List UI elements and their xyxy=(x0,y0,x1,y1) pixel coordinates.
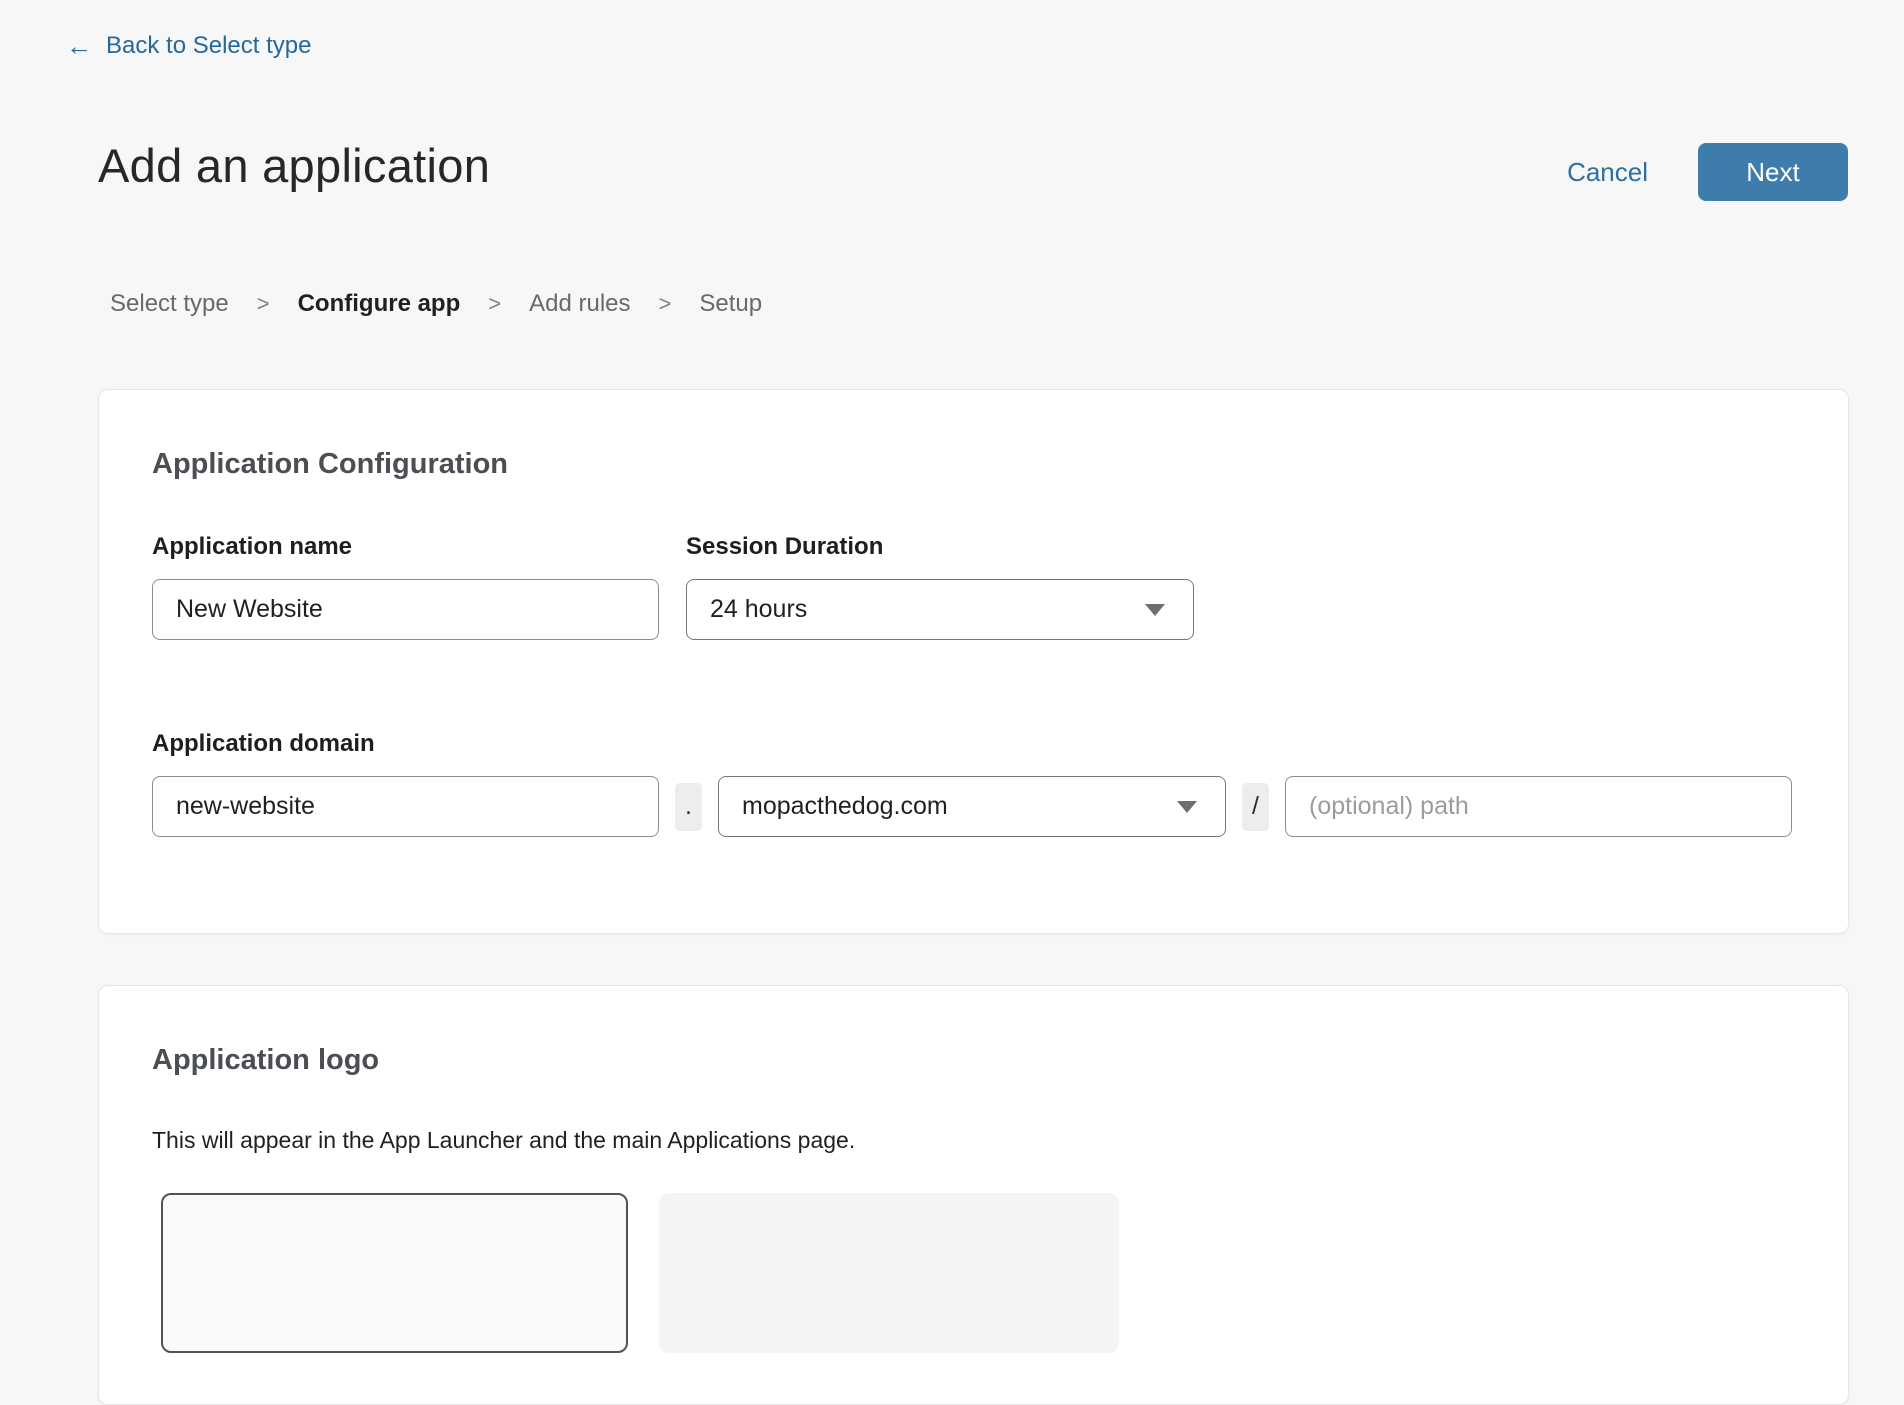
session-duration-label: Session Duration xyxy=(686,533,1194,561)
breadcrumb-step-add-rules[interactable]: Add rules xyxy=(529,290,630,318)
breadcrumb-separator: > xyxy=(659,291,672,317)
page-title: Add an application xyxy=(98,138,490,193)
domain-slash-separator: / xyxy=(1242,783,1269,831)
breadcrumb-step-configure-app[interactable]: Configure app xyxy=(298,290,461,318)
domain-dot-separator: . xyxy=(675,783,702,831)
cancel-button[interactable]: Cancel xyxy=(1567,157,1648,188)
application-name-field: Application name xyxy=(152,533,659,640)
domain-select[interactable]: mopacthedog.com xyxy=(718,776,1226,837)
domain-select-value: mopacthedog.com xyxy=(742,792,948,821)
back-arrow-icon: ← xyxy=(66,33,92,59)
application-logo-card: Application logo This will appear in the… xyxy=(98,985,1849,1405)
breadcrumb-step-select-type[interactable]: Select type xyxy=(110,290,229,318)
breadcrumb-separator: > xyxy=(257,291,270,317)
application-name-label: Application name xyxy=(152,533,659,561)
chevron-down-icon xyxy=(1177,801,1197,813)
application-logo-description: This will appear in the App Launcher and… xyxy=(152,1127,1795,1154)
application-logo-heading: Application logo xyxy=(152,1044,1795,1077)
path-input[interactable] xyxy=(1285,776,1792,837)
application-domain-label: Application domain xyxy=(152,730,1795,758)
session-duration-field: Session Duration 24 hours xyxy=(686,533,1194,640)
application-configuration-card: Application Configuration Application na… xyxy=(98,389,1849,934)
session-duration-select[interactable]: 24 hours xyxy=(686,579,1194,640)
application-configuration-heading: Application Configuration xyxy=(152,448,1795,481)
back-to-select-type-link[interactable]: ← Back to Select type xyxy=(66,32,311,60)
next-button[interactable]: Next xyxy=(1698,143,1848,201)
logo-option-selected[interactable] xyxy=(161,1193,628,1353)
session-duration-value: 24 hours xyxy=(710,595,807,624)
breadcrumb: Select type > Configure app > Add rules … xyxy=(110,290,762,318)
chevron-down-icon xyxy=(1145,604,1165,616)
application-subdomain-input[interactable] xyxy=(152,776,659,837)
back-link-label: Back to Select type xyxy=(106,32,311,60)
logo-options xyxy=(161,1193,1795,1353)
breadcrumb-separator: > xyxy=(488,291,501,317)
application-name-input[interactable] xyxy=(152,579,659,640)
header-actions: Cancel Next xyxy=(1567,143,1848,201)
breadcrumb-step-setup[interactable]: Setup xyxy=(699,290,762,318)
logo-option-upload[interactable] xyxy=(659,1193,1119,1353)
